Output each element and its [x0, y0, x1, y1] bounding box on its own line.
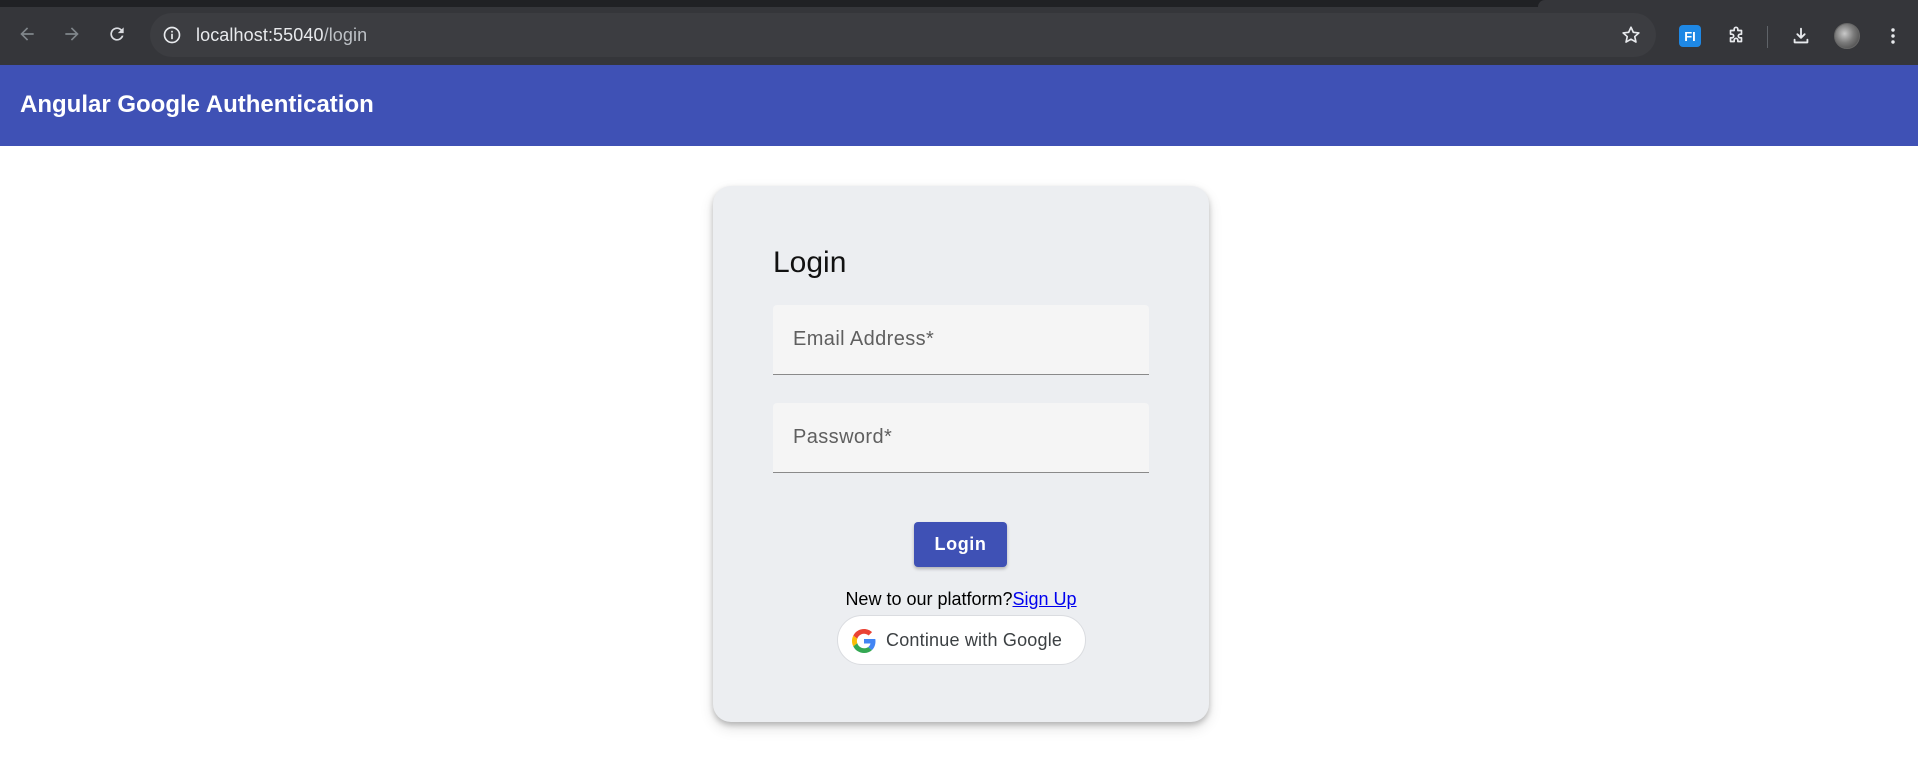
password-field[interactable] — [773, 403, 1149, 473]
tab-strip — [0, 0, 1918, 7]
url-text: localhost:55040/login — [196, 25, 367, 46]
email-input[interactable] — [773, 305, 1149, 374]
browser-chrome: localhost:55040/login FI — [0, 0, 1918, 65]
download-icon[interactable] — [1784, 19, 1818, 53]
signup-prompt-text: New to our platform? — [845, 589, 1013, 609]
url-host: localhost:55040 — [196, 25, 324, 45]
login-button[interactable]: Login — [914, 522, 1007, 567]
reload-icon[interactable] — [100, 17, 134, 51]
menu-kebab-icon[interactable] — [1876, 19, 1910, 53]
site-info-icon[interactable] — [162, 25, 182, 45]
forward-icon[interactable] — [55, 17, 89, 51]
email-field[interactable] — [773, 305, 1149, 375]
app-toolbar: Angular Google Authentication — [0, 65, 1918, 146]
extensions-puzzle-icon[interactable] — [1719, 19, 1753, 53]
google-g-icon — [852, 629, 876, 653]
extension-fi-badge: FI — [1679, 25, 1701, 47]
back-icon[interactable] — [10, 17, 44, 51]
profile-avatar[interactable] — [1830, 19, 1864, 53]
google-button-label: Continue with Google — [886, 630, 1063, 650]
password-input[interactable] — [773, 403, 1149, 472]
browser-toolbar: localhost:55040/login FI — [0, 7, 1918, 65]
extension-fi-icon[interactable]: FI — [1673, 19, 1707, 53]
toolbar-divider — [1767, 26, 1768, 48]
google-signin-button[interactable]: Continue with Google — [837, 615, 1086, 665]
url-path: /login — [323, 25, 368, 45]
signup-link[interactable]: Sign Up — [1013, 589, 1077, 609]
address-bar[interactable]: localhost:55040/login — [150, 13, 1656, 57]
login-heading: Login — [773, 246, 847, 279]
login-card: Login Login New to our platform?Sign Up … — [713, 186, 1209, 722]
signup-prompt: New to our platform?Sign Up — [713, 589, 1209, 610]
bookmark-star-icon[interactable] — [1620, 24, 1642, 46]
app-title: Angular Google Authentication — [20, 91, 374, 118]
